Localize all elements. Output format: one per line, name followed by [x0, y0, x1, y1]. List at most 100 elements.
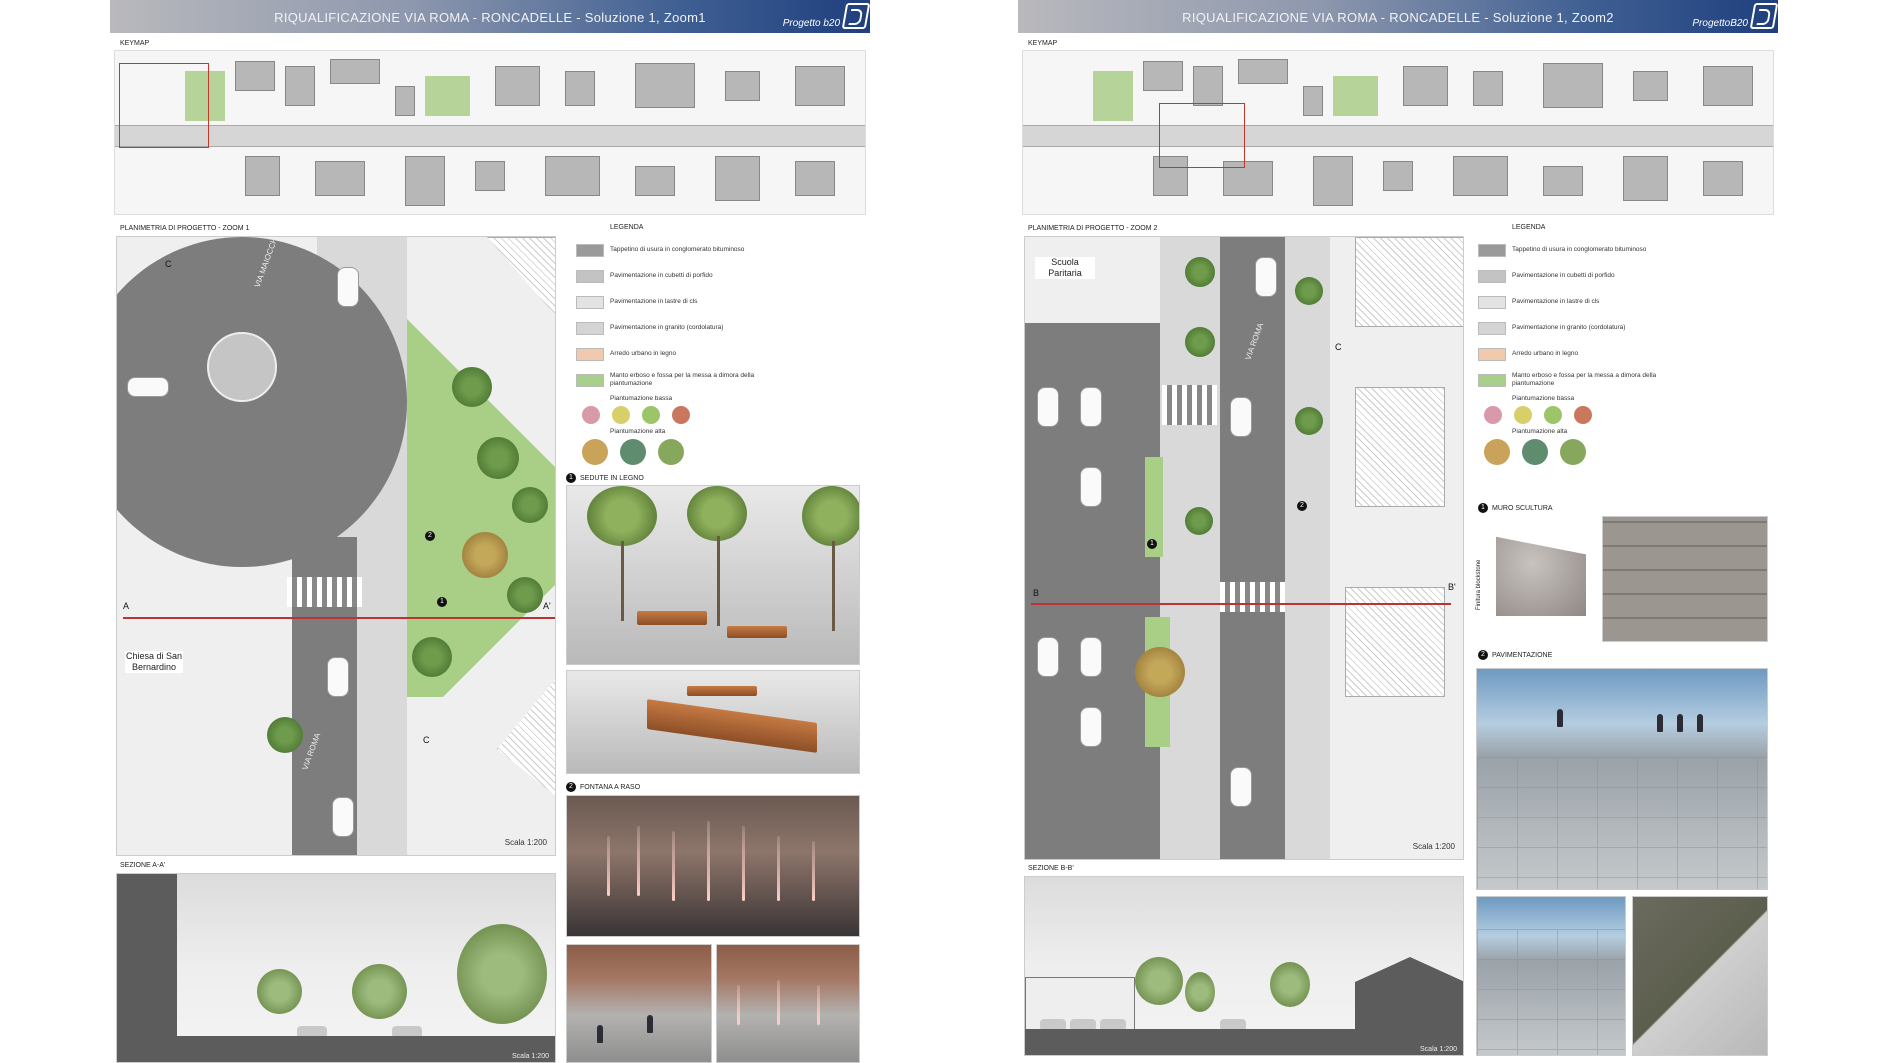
title-bar: RIQUALIFICAZIONE VIA ROMA - RONCADELLE -… — [1018, 0, 1779, 33]
keymap-building — [495, 66, 540, 106]
legend-row: Pavimentazione in lastre di cls — [1478, 289, 1662, 315]
photo-title: SEDUTE IN LEGNO — [580, 474, 644, 482]
legend-row: Manto erboso e fossa per la messa a dimo… — [1478, 367, 1662, 393]
crosswalk — [1220, 582, 1285, 612]
legend-swatch — [1478, 295, 1506, 309]
low-plant-icon — [1544, 406, 1562, 424]
fountain-jet — [672, 831, 675, 901]
bench — [727, 626, 787, 638]
tree-icon — [1185, 257, 1215, 287]
photo-number: 2 — [1478, 650, 1488, 660]
legend-row: Pavimentazione in lastre di cls — [576, 289, 760, 315]
tree-icon — [412, 637, 452, 677]
keymap-building — [1238, 59, 1288, 84]
legend-low-plants: Piantumazione bassa — [1512, 395, 1575, 402]
keymap-building — [235, 61, 275, 91]
car — [337, 267, 359, 307]
legend-row: Pavimentazione in cubetti di porfido — [576, 263, 760, 289]
legend-swatch — [576, 373, 604, 387]
section-tag-c: C — [165, 259, 172, 269]
tree-icon — [512, 487, 548, 523]
roundabout-center — [207, 332, 277, 402]
keymap-building — [1623, 156, 1668, 201]
photo-heading: 1 MURO SCULTURA — [1478, 503, 1553, 513]
legend-swatch — [576, 321, 604, 335]
keymap-building — [1313, 156, 1353, 206]
high-plant-icon — [658, 439, 684, 465]
photo-wall-sculpture — [1602, 516, 1768, 642]
keymap-building — [1543, 63, 1603, 108]
low-plant-icon — [642, 406, 660, 424]
keymap-park — [1093, 71, 1133, 121]
keymap-building — [1703, 161, 1743, 196]
fountain-jet — [777, 836, 780, 901]
photo-title: FONTANA A RASO — [580, 783, 641, 791]
fountain-jet — [817, 985, 820, 1025]
legend-title: LEGENDA — [610, 224, 644, 231]
legend-row: Arredo urbano in legno — [576, 341, 760, 367]
board-title: RIQUALIFICAZIONE VIA ROMA - RONCADELLE -… — [1182, 10, 1614, 25]
photo-number: 1 — [1478, 503, 1488, 513]
high-plant-icon — [1560, 439, 1586, 465]
legend-text: Tappetino di usura in conglomerato bitum… — [610, 246, 745, 254]
legend-text: Pavimentazione in cubetti di porfido — [610, 272, 713, 280]
b20-logo-icon — [1749, 3, 1779, 29]
marker-2: 2 — [1297, 499, 1307, 511]
photo-caption: Finitura blockstone — [1476, 559, 1482, 610]
person-figure — [597, 1025, 603, 1043]
tree-icon — [1295, 407, 1323, 435]
building-section — [117, 874, 177, 1062]
legend-row: Tappetino di usura in conglomerato bitum… — [576, 237, 760, 263]
legend-text: Pavimentazione in cubetti di porfido — [1512, 272, 1615, 280]
section-label: SEZIONE A-A' — [120, 862, 166, 869]
keymap-building — [1193, 66, 1223, 106]
low-plant-icon — [1574, 406, 1592, 424]
photo-wall-sculpture-sample — [1496, 536, 1586, 616]
keymap-building — [315, 161, 365, 196]
keymap-park — [425, 76, 470, 116]
tree-icon — [267, 717, 303, 753]
high-plant-icon — [1484, 439, 1510, 465]
legend-low-plants: Piantumazione bassa — [610, 395, 673, 402]
car — [1230, 767, 1252, 807]
legend-high-plants: Piantumazione alta — [610, 428, 666, 435]
keymap-road — [115, 125, 865, 147]
fountain-jet — [777, 980, 780, 1025]
car — [1080, 467, 1102, 507]
tree-icon — [1185, 972, 1215, 1012]
tree-icon — [477, 437, 519, 479]
legend-swatch — [576, 243, 604, 257]
bench — [647, 699, 817, 753]
crosswalk — [287, 577, 362, 607]
legend-swatch — [1478, 347, 1506, 361]
legend-row: Tappetino di usura in conglomerato bitum… — [1478, 237, 1662, 263]
high-plants — [1484, 439, 1662, 465]
photo-fountain-night — [566, 795, 860, 937]
tree-icon — [802, 486, 859, 546]
photo-heading: 1 SEDUTE IN LEGNO — [566, 473, 644, 483]
legend-swatch — [576, 295, 604, 309]
car — [1255, 257, 1277, 297]
fountain-jet — [637, 826, 640, 896]
legend-swatch — [1478, 269, 1506, 283]
keymap-building — [1143, 61, 1183, 91]
high-plant-icon — [620, 439, 646, 465]
person-figure — [1657, 714, 1663, 732]
photo-title: MURO SCULTURA — [1492, 504, 1553, 512]
keymap-building — [330, 59, 380, 84]
car — [1080, 707, 1102, 747]
high-plant-icon — [582, 439, 608, 465]
church-label: Chiesa di San Bernardino — [125, 651, 183, 673]
legend-text: Tappetino di usura in conglomerato bitum… — [1512, 246, 1647, 254]
tree-icon — [462, 532, 508, 578]
legend-swatch — [1478, 243, 1506, 257]
tree-icon — [687, 486, 747, 541]
section-scale: Scala 1:200 — [512, 1053, 549, 1060]
legend-text: Pavimentazione in granito (cordolatura) — [610, 324, 724, 332]
tree-icon — [457, 924, 547, 1024]
person-figure — [1697, 714, 1703, 732]
keymap-building — [1383, 161, 1413, 191]
board-zoom2: RIQUALIFICAZIONE VIA ROMA - RONCADELLE -… — [1018, 0, 1779, 1063]
keymap-building — [405, 156, 445, 206]
low-plant-icon — [582, 406, 600, 424]
